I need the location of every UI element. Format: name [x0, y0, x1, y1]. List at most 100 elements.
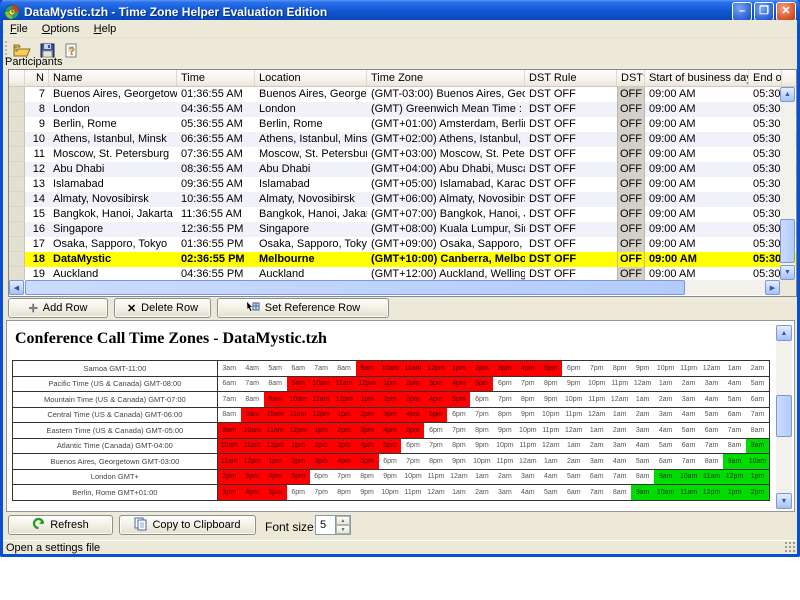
- chart-vertical-scrollbar[interactable]: ▲ ▼: [776, 325, 793, 509]
- chart-hour-cell: 5pm: [356, 454, 379, 469]
- chart-hour-cell: 4pm: [424, 392, 447, 407]
- chart-hour-cell: 6pm: [562, 361, 585, 376]
- chart-hour-cell: 9am: [287, 377, 310, 392]
- menu-item-file[interactable]: File: [3, 21, 35, 37]
- scroll-left-icon[interactable]: ◀: [9, 280, 24, 295]
- chart-hour-cell: 4pm: [379, 423, 402, 438]
- delete-row-button[interactable]: ✕ Delete Row: [114, 298, 211, 318]
- chart-hour-cell: 4am: [723, 377, 746, 392]
- row-selector[interactable]: [9, 162, 25, 177]
- chart-hour-cell: 8am: [631, 470, 654, 485]
- table-row[interactable]: 16Singapore12:36:55 PMSingapore(GMT+08:0…: [9, 222, 796, 237]
- chart-hour-cell: 9pm: [631, 361, 654, 376]
- cell-time: 10:36:55 AM: [177, 192, 255, 207]
- scroll-thumb[interactable]: [780, 219, 795, 263]
- chart-hour-cell: 11pm: [401, 485, 424, 500]
- chart-hour-cell: 12am: [447, 470, 470, 485]
- scroll-up-icon[interactable]: ▲: [780, 87, 795, 102]
- chart-hour-cell: 10pm: [516, 423, 539, 438]
- table-row[interactable]: 11Moscow, St. Petersburg07:36:55 AMMosco…: [9, 147, 796, 162]
- chart-hour-cell: 1pm: [310, 423, 333, 438]
- table-row[interactable]: 15Bangkok, Hanoi, Jakarta11:36:55 AMBang…: [9, 207, 796, 222]
- chart-hour-cell: 8am: [746, 423, 769, 438]
- maximize-button[interactable]: ❐: [754, 2, 774, 21]
- row-selector[interactable]: [9, 117, 25, 132]
- scroll-thumb[interactable]: [25, 280, 685, 295]
- column-header-timezone[interactable]: Time Zone: [367, 70, 525, 86]
- table-horizontal-scrollbar[interactable]: ◀ ▶: [9, 280, 780, 296]
- column-header-end[interactable]: End of bu: [749, 70, 782, 86]
- set-reference-row-button[interactable]: Set Reference Row: [217, 298, 389, 318]
- row-selector[interactable]: [9, 192, 25, 207]
- font-size-value[interactable]: 5: [316, 516, 335, 534]
- cell-timezone: (GMT-03:00) Buenos Aires, Georgeto...: [367, 87, 525, 102]
- row-selector[interactable]: [9, 132, 25, 147]
- chart-hour-cell: 10pm: [539, 408, 562, 423]
- menu-item-options[interactable]: Options: [35, 21, 87, 37]
- table-row[interactable]: 17Osaka, Sapporo, Tokyo01:36:55 PMOsaka,…: [9, 237, 796, 252]
- column-header-n[interactable]: N: [25, 70, 49, 86]
- chart-hour-cell: 4pm: [447, 377, 470, 392]
- table-row[interactable]: 13Islamabad09:36:55 AMIslamabad(GMT+05:0…: [9, 177, 796, 192]
- cell-end: 05:30: [749, 117, 782, 132]
- menu-item-help[interactable]: Help: [87, 21, 124, 37]
- table-row[interactable]: 18DataMystic02:36:55 PMMelbourne(GMT+10:…: [9, 252, 796, 267]
- chart-hour-cell: 12am: [608, 392, 631, 407]
- spin-down-icon[interactable]: ▼: [336, 525, 350, 534]
- chart-hour-cell: 2pm: [470, 361, 493, 376]
- column-header-start[interactable]: Start of business day: [645, 70, 749, 86]
- table-row[interactable]: 9Berlin, Rome05:36:55 AMBerlin, Rome(GMT…: [9, 117, 796, 132]
- column-header-location[interactable]: Location: [255, 70, 367, 86]
- chart-row: Buenos Aires, Georgetown GMT-03:0011am12…: [12, 453, 770, 470]
- table-row[interactable]: 12Abu Dhabi08:36:55 AMAbu Dhabi(GMT+04:0…: [9, 162, 796, 177]
- resize-grip-icon[interactable]: [784, 541, 796, 553]
- chart-hour-cell: 4am: [677, 408, 700, 423]
- cell-n: 15: [25, 207, 49, 222]
- chart-row: Pacific Time (US & Canada) GMT-08:006am7…: [12, 376, 770, 393]
- chart-hour-cell: 8am: [264, 377, 287, 392]
- column-header-time[interactable]: Time: [177, 70, 255, 86]
- row-selector[interactable]: [9, 147, 25, 162]
- refresh-icon: [32, 517, 45, 533]
- scroll-right-icon[interactable]: ▶: [765, 280, 780, 295]
- minimize-button[interactable]: –: [732, 2, 752, 21]
- chart-hour-cell: 12am: [631, 377, 654, 392]
- row-selector[interactable]: [9, 177, 25, 192]
- cell-timezone: (GMT+04:00) Abu Dhabi, Muscat: [367, 162, 525, 177]
- chart-hour-cell: 7am: [700, 439, 723, 454]
- row-selector[interactable]: [9, 87, 25, 102]
- font-size-stepper[interactable]: 5 ▲ ▼: [315, 515, 351, 535]
- scroll-thumb[interactable]: [776, 395, 792, 437]
- chart-hour-cell: 11pm: [608, 377, 631, 392]
- cell-n: 11: [25, 147, 49, 162]
- close-button[interactable]: ✕: [776, 2, 796, 21]
- row-selector[interactable]: [9, 237, 25, 252]
- column-header-dst[interactable]: DST?: [617, 70, 645, 86]
- chart-hour-cell: 10am: [241, 423, 264, 438]
- help-icon[interactable]: ?: [61, 40, 83, 60]
- table-vertical-scrollbar[interactable]: ▲ ▼: [780, 87, 796, 280]
- chart-hour-cell: 12pm: [310, 408, 333, 423]
- chart-hour-cell: 5pm: [401, 423, 424, 438]
- table-row[interactable]: 7Buenos Aires, Georgetown01:36:55 AMBuen…: [9, 87, 796, 102]
- table-row[interactable]: 8London04:36:55 AMLondon(GMT) Greenwich …: [9, 102, 796, 117]
- chart-hour-cell: 9pm: [470, 439, 493, 454]
- row-selector[interactable]: [9, 102, 25, 117]
- refresh-button[interactable]: Refresh: [8, 515, 113, 535]
- table-row[interactable]: 14Almaty, Novosibirsk10:36:55 AMAlmaty, …: [9, 192, 796, 207]
- chart-row: Samoa GMT-11:003am4am5am6am7am8am9am10am…: [12, 360, 770, 377]
- column-header-dst_rule[interactable]: DST Rule: [525, 70, 617, 86]
- row-selector[interactable]: [9, 207, 25, 222]
- scroll-down-icon[interactable]: ▼: [780, 265, 795, 280]
- scroll-up-icon[interactable]: ▲: [776, 325, 792, 341]
- scroll-down-icon[interactable]: ▼: [776, 493, 792, 509]
- cell-dst_rule: DST OFF: [525, 87, 617, 102]
- column-header-name[interactable]: Name: [49, 70, 177, 86]
- chart-hour-cell: 2am: [654, 392, 677, 407]
- add-row-button[interactable]: ✛ Add Row: [8, 298, 108, 318]
- copy-to-clipboard-button[interactable]: Copy to Clipboard: [119, 515, 256, 535]
- spin-up-icon[interactable]: ▲: [336, 516, 350, 525]
- row-selector[interactable]: [9, 222, 25, 237]
- row-selector[interactable]: [9, 252, 25, 267]
- table-row[interactable]: 10Athens, Istanbul, Minsk06:36:55 AMAthe…: [9, 132, 796, 147]
